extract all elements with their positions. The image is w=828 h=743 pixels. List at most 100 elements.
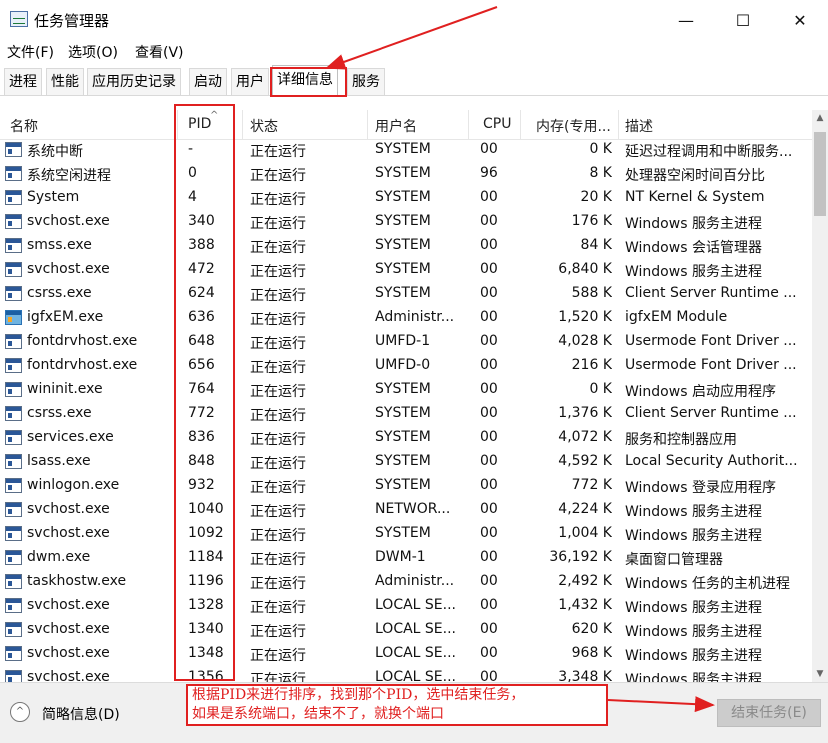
system-process-icon (5, 382, 22, 397)
table-row[interactable]: smss.exe 388 正在运行 SYSTEM 00 84 K Windows 会话管理器 (0, 234, 812, 258)
tab-services[interactable]: 服务 (347, 68, 385, 95)
column-pid[interactable]: PID (188, 116, 211, 132)
table-row[interactable]: csrss.exe 624 正在运行 SYSTEM 00 588 K Client Serv… (0, 282, 812, 306)
column-divider[interactable] (177, 110, 178, 140)
scroll-down-icon[interactable]: ▼ (812, 666, 828, 682)
process-user: DWM-1 (375, 549, 426, 565)
column-username[interactable]: 用户名 (375, 116, 417, 136)
table-row[interactable]: csrss.exe 772 正在运行 SYSTEM 00 1,376 K Client Se… (0, 402, 812, 426)
menu-view[interactable]: 查看(V) (135, 42, 184, 62)
system-process-icon (5, 574, 22, 589)
column-divider[interactable] (242, 110, 243, 140)
table-row[interactable]: System 4 正在运行 SYSTEM 00 20 K NT Kernel & Syste… (0, 186, 812, 210)
process-user: UMFD-1 (375, 333, 431, 349)
table-row[interactable]: svchost.exe 472 正在运行 SYSTEM 00 6,840 K Windows… (0, 258, 812, 282)
scrollbar-thumb[interactable] (814, 132, 826, 216)
column-name[interactable]: 名称 (10, 116, 38, 136)
process-description: 延迟过程调用和中断服务... (625, 144, 793, 160)
process-name: System (27, 189, 80, 205)
table-row[interactable]: lsass.exe 848 正在运行 SYSTEM 00 4,592 K Local Sec… (0, 450, 812, 474)
process-pid: 636 (188, 309, 215, 325)
table-row[interactable]: 系统中断 - 正在运行 SYSTEM 00 0 K 延迟过程调用和中断服务... (0, 138, 812, 162)
process-user: Administr... (375, 309, 455, 325)
process-status: 正在运行 (250, 504, 306, 520)
table-row[interactable]: svchost.exe 1348 正在运行 LOCAL SE... 00 968 K Win… (0, 642, 812, 666)
process-status: 正在运行 (250, 624, 306, 640)
system-process-icon (5, 502, 22, 517)
table-row[interactable]: fontdrvhost.exe 656 正在运行 UMFD-0 00 216 K Userm… (0, 354, 812, 378)
process-cpu: 00 (480, 669, 498, 682)
table-row[interactable]: igfxEM.exe 636 正在运行 Administr... 00 1,520 K ig… (0, 306, 812, 330)
table-row[interactable]: svchost.exe 1092 正在运行 SYSTEM 00 1,004 K Window… (0, 522, 812, 546)
table-row[interactable]: svchost.exe 1040 正在运行 NETWOR... 00 4,224 K Win… (0, 498, 812, 522)
table-row[interactable]: dwm.exe 1184 正在运行 DWM-1 00 36,192 K 桌面窗口管理器 (0, 546, 812, 570)
process-cpu: 00 (480, 357, 498, 373)
process-memory: 1,004 K (558, 525, 612, 541)
system-process-icon (5, 406, 22, 421)
process-pid: - (188, 141, 194, 157)
process-name: svchost.exe (27, 501, 110, 517)
column-status[interactable]: 状态 (250, 116, 278, 136)
column-divider[interactable] (520, 110, 521, 140)
system-process-icon (5, 670, 22, 682)
process-name: svchost.exe (27, 597, 110, 613)
table-row[interactable]: svchost.exe 1340 正在运行 LOCAL SE... 00 620 K Win… (0, 618, 812, 642)
table-row[interactable]: svchost.exe 1328 正在运行 LOCAL SE... 00 1,432 K W… (0, 594, 812, 618)
process-status: 正在运行 (250, 168, 306, 184)
table-row[interactable]: svchost.exe 1356 正在运行 LOCAL SE... 00 3,348 K W… (0, 666, 812, 682)
minimize-button[interactable]: — (658, 0, 714, 40)
process-name: winlogon.exe (27, 477, 120, 493)
process-memory: 968 K (571, 645, 612, 661)
fewer-details-button[interactable]: 简略信息(D) (42, 704, 120, 724)
table-row[interactable]: services.exe 836 正在运行 SYSTEM 00 4,072 K 服务和控制器… (0, 426, 812, 450)
process-pid: 656 (188, 357, 215, 373)
scroll-up-icon[interactable]: ▲ (812, 110, 828, 126)
tab-startup[interactable]: 启动 (189, 68, 227, 95)
tab-processes[interactable]: 进程 (4, 68, 42, 95)
column-description[interactable]: 描述 (625, 116, 653, 136)
process-pid: 836 (188, 429, 215, 445)
system-process-icon (5, 262, 22, 277)
system-process-icon (5, 526, 22, 541)
process-status: 正在运行 (250, 528, 306, 544)
tab-users[interactable]: 用户 (231, 68, 269, 95)
table-row[interactable]: wininit.exe 764 正在运行 SYSTEM 00 0 K Windows 启动应… (0, 378, 812, 402)
column-cpu[interactable]: CPU (483, 116, 511, 132)
column-memory[interactable]: 内存(专用... (536, 116, 611, 136)
process-cpu: 00 (480, 285, 498, 301)
menu-file[interactable]: 文件(F) (7, 42, 54, 62)
process-description: Windows 服务主进程 (625, 216, 762, 232)
process-pid: 1184 (188, 549, 224, 565)
process-description: Windows 服务主进程 (625, 264, 762, 280)
table-row[interactable]: fontdrvhost.exe 648 正在运行 UMFD-1 00 4,028 K Use… (0, 330, 812, 354)
process-memory: 4,072 K (558, 429, 612, 445)
table-row[interactable]: 系统空闲进程 0 正在运行 SYSTEM 96 8 K 处理器空闲时间百分比 (0, 162, 812, 186)
process-status: 正在运行 (250, 216, 306, 232)
vertical-scrollbar[interactable]: ▲ ▼ (812, 110, 828, 682)
process-user: SYSTEM (375, 477, 431, 493)
menu-options[interactable]: 选项(O) (68, 42, 118, 62)
process-pid: 1040 (188, 501, 224, 517)
process-user: SYSTEM (375, 405, 431, 421)
column-divider[interactable] (367, 110, 368, 140)
table-row[interactable]: taskhostw.exe 1196 正在运行 Administr... 00 2,492… (0, 570, 812, 594)
end-task-button[interactable]: 结束任务(E) (717, 699, 821, 727)
maximize-button[interactable]: ☐ (715, 0, 771, 40)
column-divider[interactable] (618, 110, 619, 140)
process-pid: 388 (188, 237, 215, 253)
process-name: taskhostw.exe (27, 573, 127, 589)
process-user: SYSTEM (375, 429, 431, 445)
process-cpu: 00 (480, 573, 498, 589)
table-row[interactable]: svchost.exe 340 正在运行 SYSTEM 00 176 K Windows 服… (0, 210, 812, 234)
tab-details[interactable]: 详细信息 (272, 65, 338, 96)
table-row[interactable]: winlogon.exe 932 正在运行 SYSTEM 00 772 K Windows … (0, 474, 812, 498)
close-button[interactable]: ✕ (772, 0, 828, 40)
process-user: SYSTEM (375, 453, 431, 469)
process-cpu: 96 (480, 165, 498, 181)
tab-app-history[interactable]: 应用历史记录 (87, 68, 181, 95)
chevron-up-icon[interactable]: ^ (10, 702, 30, 722)
column-divider[interactable] (468, 110, 469, 140)
process-cpu: 00 (480, 645, 498, 661)
process-memory: 3,348 K (558, 669, 612, 682)
tab-performance[interactable]: 性能 (46, 68, 84, 95)
